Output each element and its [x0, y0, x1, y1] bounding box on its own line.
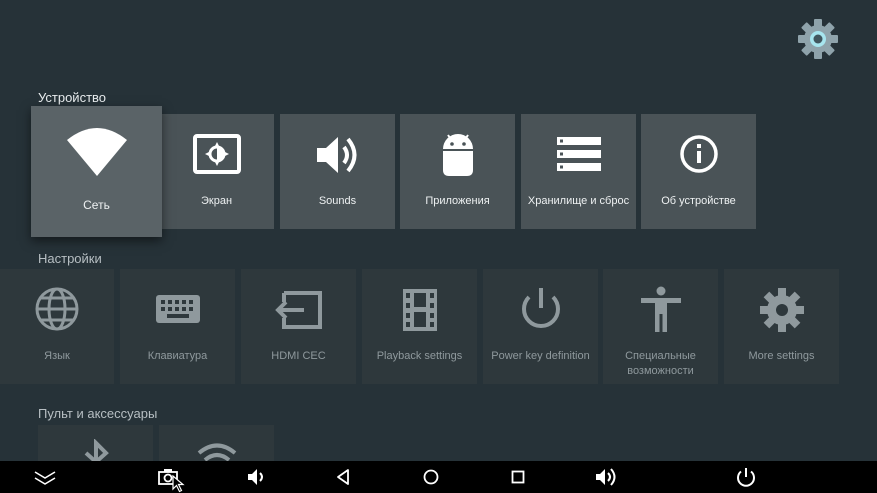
tile-remote-network[interactable] — [159, 425, 274, 461]
volume-down-icon[interactable] — [244, 466, 268, 488]
wifi-icon — [66, 128, 127, 176]
tile-network[interactable]: Сеть — [31, 106, 162, 237]
tile-hdmi-cec[interactable]: HDMI CEC — [241, 269, 356, 384]
tile-sounds[interactable]: Sounds — [280, 114, 395, 229]
back-icon[interactable] — [331, 466, 355, 488]
tile-bluetooth[interactable] — [38, 425, 153, 461]
tile-storage[interactable]: Хранилище и сброс — [521, 114, 636, 229]
storage-icon — [556, 137, 601, 171]
android-icon — [442, 134, 473, 176]
tile-label: Приложения — [425, 195, 490, 207]
tile-label: Специальные возможности — [625, 350, 696, 377]
mouse-cursor-icon — [172, 475, 185, 493]
tile-label: Экран — [200, 195, 233, 207]
film-icon — [402, 289, 437, 331]
tile-language[interactable]: Язык — [0, 269, 114, 384]
tile-power-key-definition[interactable]: Power key definition — [483, 269, 598, 384]
home-icon[interactable] — [419, 466, 443, 488]
display-icon — [192, 134, 241, 174]
volume-up-icon[interactable] — [594, 466, 618, 488]
tile-more-settings[interactable]: More settings — [724, 269, 839, 384]
tile-label: Об устройстве — [661, 195, 736, 207]
power-button-icon[interactable] — [734, 466, 758, 488]
tile-label: Хранилище и сброс — [527, 195, 630, 207]
gear-icon — [759, 288, 804, 332]
system-navigation-bar — [0, 461, 877, 493]
accessibility-icon — [640, 286, 681, 332]
bluetooth-icon — [84, 439, 109, 461]
collapse-icon[interactable] — [33, 466, 57, 488]
tile-label: Playback settings — [376, 350, 463, 362]
tile-label: Язык — [44, 350, 70, 362]
tile-label: More settings — [748, 350, 815, 362]
tile-label: Sounds — [318, 195, 357, 207]
section-title-device: Устройство — [38, 90, 107, 105]
keyboard-icon — [155, 295, 200, 323]
section-title-remote: Пульт и аксессуары — [38, 406, 158, 421]
tile-apps[interactable]: Приложения — [400, 114, 515, 229]
tile-label: Клавиатура — [147, 350, 208, 362]
tile-label: HDMI CEC — [271, 350, 326, 362]
tile-about[interactable]: Об устройстве — [641, 114, 756, 229]
settings-gear-icon[interactable] — [796, 17, 840, 61]
recents-icon[interactable] — [506, 466, 530, 488]
tile-label: Сеть — [83, 198, 110, 212]
section-title-settings: Настройки — [38, 251, 102, 266]
info-icon — [679, 135, 718, 173]
power-icon — [521, 288, 560, 329]
tile-keyboard[interactable]: Клавиатура — [120, 269, 235, 384]
globe-icon — [35, 287, 79, 331]
tile-accessibility[interactable]: Специальные возможности — [603, 269, 718, 384]
tile-display[interactable]: Экран — [159, 114, 274, 229]
input-icon — [274, 291, 322, 329]
tile-label: Power key definition — [491, 350, 590, 362]
wifi-signal-icon — [197, 443, 236, 461]
volume-icon — [316, 137, 356, 173]
tile-playback-settings[interactable]: Playback settings — [362, 269, 477, 384]
